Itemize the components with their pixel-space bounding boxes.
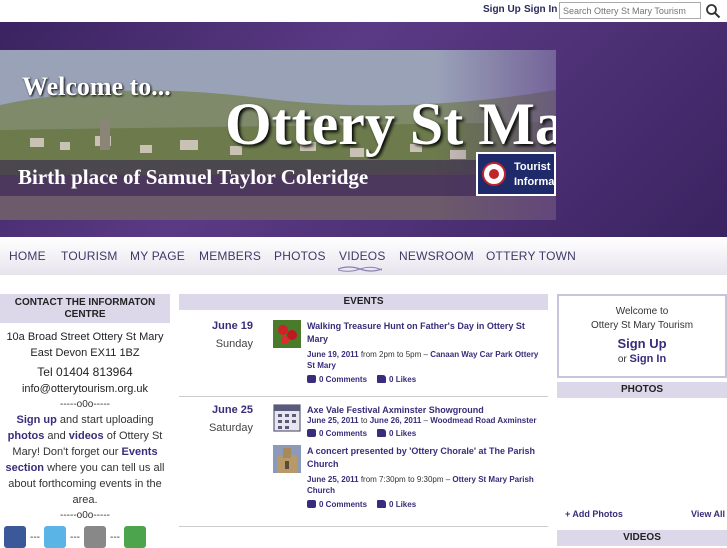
likes-link[interactable]: 0 Likes [389,375,416,384]
add-photos-link[interactable]: + Add Photos [565,509,623,519]
comments-link[interactable]: 0 Comments [319,429,367,438]
separator: -----o0o----- [60,399,110,410]
nav-ottery-town[interactable]: OTTERY TOWN [486,249,576,263]
separator-2: -----o0o----- [60,510,110,521]
search-icon[interactable] [705,3,721,19]
event-title[interactable]: Walking Treasure Hunt on Father's Day in… [307,320,547,346]
photos-header: PHOTOS [557,382,727,398]
contact-header: CONTACT THE INFORMATON CENTRE [0,294,170,323]
tic-line-1: Tourist [514,161,551,173]
events-panel: EVENTS June 19 Sunday Walking Treasure H… [179,294,548,545]
tudor-rose-icon [482,162,506,186]
event-location[interactable]: Woodmead Road Axminster [430,416,536,425]
event-title[interactable]: A concert presented by 'Ottery Chorale' … [307,445,547,471]
event-meta: 0 Comments 0 Likes [307,429,416,438]
comment-icon [307,429,316,437]
top-bar: Sign Up Sign In [0,0,727,22]
sidebar-signin-link[interactable]: Sign In [630,353,667,365]
promo-videos-link[interactable]: videos [69,430,104,442]
banner-welcome-text: Welcome to... [22,72,171,101]
comments-link[interactable]: 0 Comments [319,500,367,509]
calendar-thumbnail[interactable] [273,404,301,432]
nav-members[interactable]: MEMBERS [199,249,261,263]
site-name: Ottery St Mary Tourism [590,320,694,331]
event-date: June 19 [212,320,253,332]
promo-photos-link[interactable]: photos [8,430,45,442]
divider [179,396,548,397]
event-weekday: Sunday [215,338,253,350]
tic-line-2: Informa [514,176,555,188]
active-tab-ornament-icon [338,266,382,272]
view-all-photos-link[interactable]: View All [691,509,725,519]
event-when: June 25, 2011 from 7:30pm to 9:30pm – Ot… [307,475,534,495]
videos-header: VIDEOS [557,530,727,546]
photos-footer: + Add Photos View All [565,509,725,519]
like-icon [377,429,387,437]
events-header: EVENTS [179,294,548,310]
contact-panel: CONTACT THE INFORMATON CENTRE 10a Broad … [0,294,170,548]
address-line-1: 10a Broad Street Ottery St Mary [6,331,164,343]
flower-thumbnail[interactable] [273,320,301,348]
right-sidebar: Welcome to Ottery St Mary Tourism Sign U… [557,294,727,546]
contact-email[interactable]: info@otterytourism.org.uk [0,383,170,395]
or-signin: or Sign In [617,353,667,365]
comments-link[interactable]: 0 Comments [319,375,367,384]
welcome-to-text: Welcome to [615,306,669,317]
signup-link[interactable]: Sign Up [483,4,521,15]
event-when: June 25, 2011 to June 26, 2011 – Woodmea… [307,416,537,425]
nav-my-page[interactable]: MY PAGE [130,249,185,263]
nav-videos[interactable]: VIDEOS [339,249,386,263]
promo-text: Sign up and start uploading photos and v… [5,414,165,506]
nav-photos[interactable]: PHOTOS [274,249,326,263]
sidebar-signup-link[interactable]: Sign Up [559,336,725,351]
banner-tagline-strip: Birth place of Samuel Taylor Coleridge [0,160,476,196]
welcome-box: Welcome to Ottery St Mary Tourism Sign U… [557,294,727,378]
nav-tourism[interactable]: TOURISM [61,249,118,263]
event-meta: 0 Comments 0 Likes [307,500,416,509]
nav-newsroom[interactable]: NEWSROOM [399,249,474,263]
church-thumbnail[interactable] [273,445,301,473]
comment-icon [307,500,316,508]
banner-town-name: Ottery St Ma [225,91,556,157]
event-weekday: Saturday [208,422,253,434]
like-icon [377,500,387,508]
tourist-information-logo: Tourist Informa [476,152,556,196]
comment-icon [307,375,316,383]
event-meta: 0 Comments 0 Likes [307,375,416,384]
search-input[interactable] [559,2,701,19]
contact-phone: Tel 01404 813964 [37,365,133,379]
likes-link[interactable]: 0 Likes [389,429,416,438]
banner-tagline: Birth place of Samuel Taylor Coleridge [18,165,369,189]
promo-signup-link[interactable]: Sign up [17,414,57,426]
site-banner: Welcome to... Ottery St Ma Birth place o… [0,22,727,237]
like-icon [377,375,387,383]
event-date: June 25 [212,404,253,416]
nav-home[interactable]: HOME [9,249,46,263]
address-line-2: East Devon EX11 1BZ [30,347,140,359]
event-when: June 19, 2011 from 2pm to 5pm – Canaan W… [307,350,539,370]
signin-link[interactable]: Sign In [524,4,557,15]
main-navigation: HOME TOURISM MY PAGE MEMBERS PHOTOS VIDE… [0,237,727,275]
divider [179,526,548,527]
likes-link[interactable]: 0 Likes [389,500,416,509]
contact-address: 10a Broad Street Ottery St Mary East Dev… [0,329,170,361]
